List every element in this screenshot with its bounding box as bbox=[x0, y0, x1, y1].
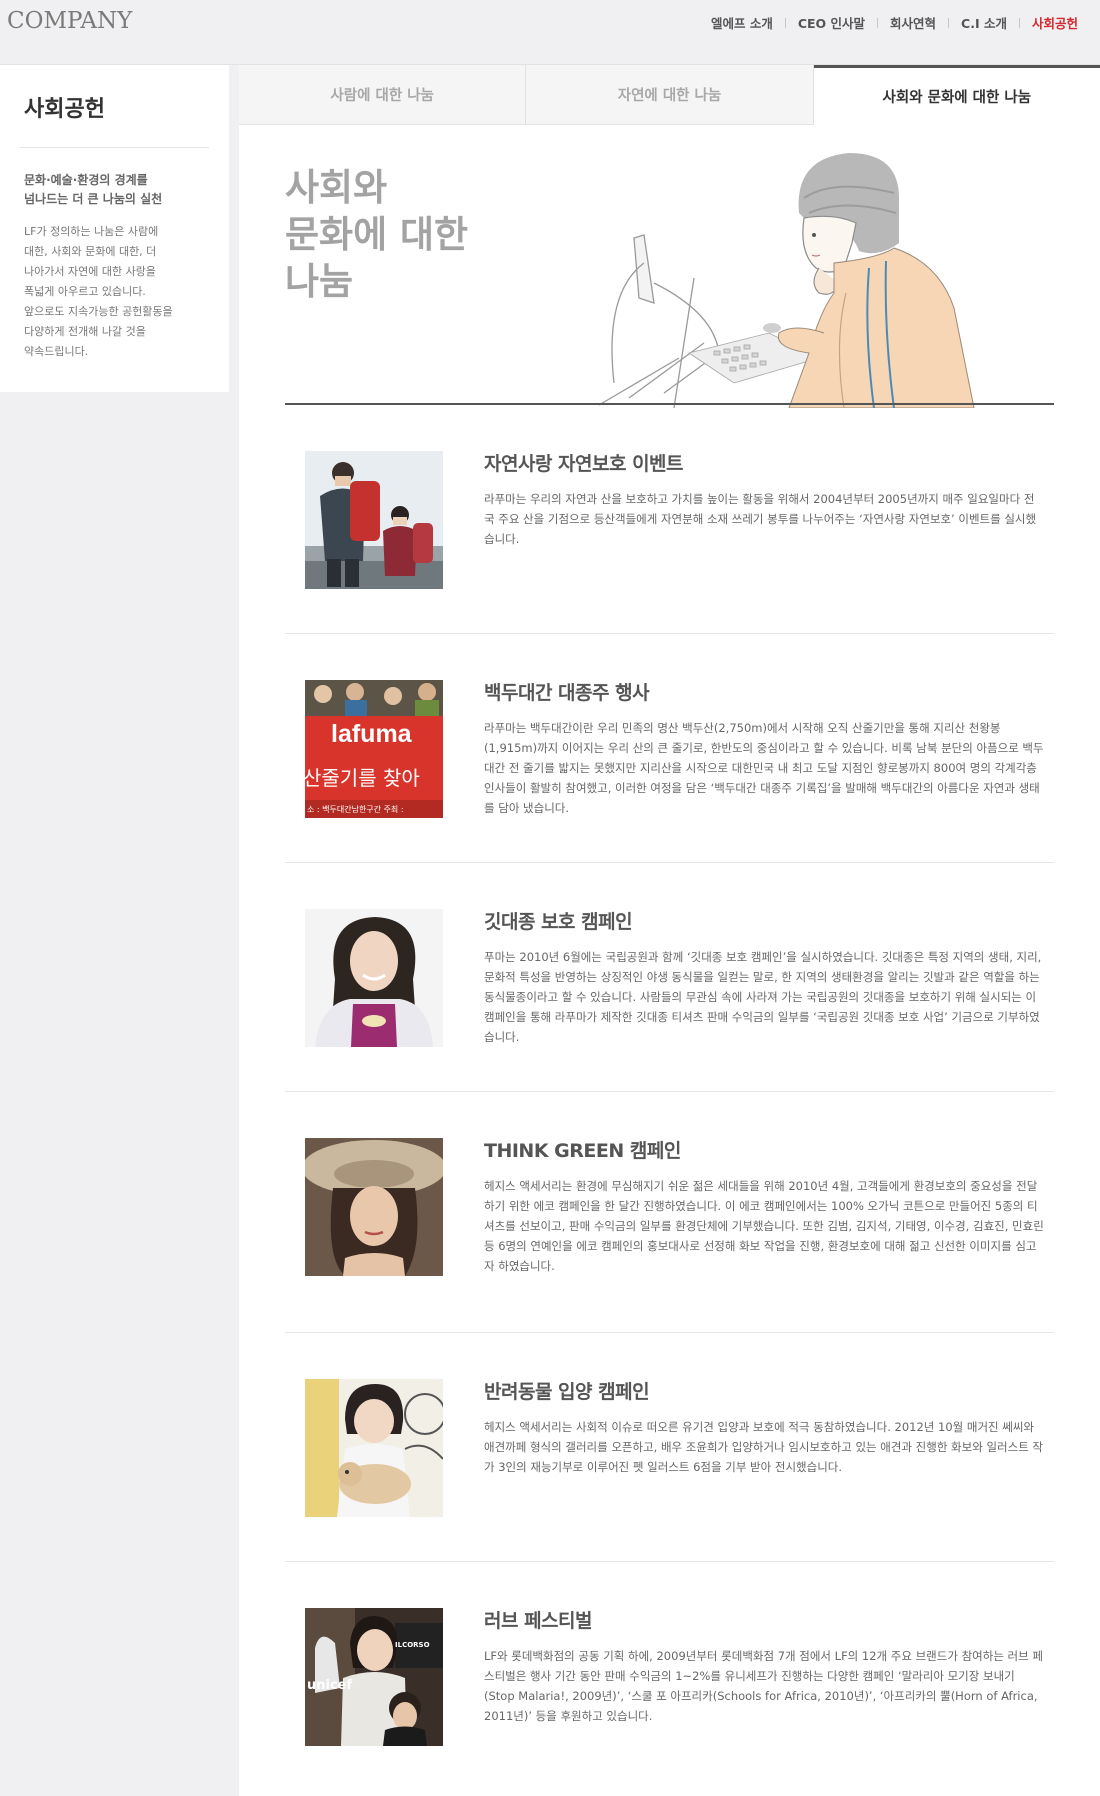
list-item: lafuma 산줄기를 찾아 소 : 백두대간남한구간 주최 : 백두대간 대종… bbox=[285, 634, 1054, 863]
nav-item-lf-intro[interactable]: 엘에프 소개 bbox=[699, 13, 785, 32]
entry-description: 헤지스 액세서리는 환경에 무심해지기 쉬운 젊은 세대들을 위해 2010년 … bbox=[484, 1179, 1044, 1273]
hero-illustration bbox=[594, 143, 1014, 409]
entry-thumbnail bbox=[305, 451, 443, 589]
unicef-logo: unicef bbox=[307, 1678, 353, 1693]
entry-thumbnail: unicef ILCORSO bbox=[305, 1608, 443, 1746]
nav-item-history[interactable]: 회사연혁 bbox=[878, 13, 948, 32]
page-title: 사회와 문화에 대한 나눔 bbox=[285, 166, 469, 303]
entry-description: 라푸마는 백두대간이란 우리 민족의 명산 백두산(2,750m)에서 시작해 … bbox=[484, 721, 1044, 815]
sidebar-description: LF가 정의하는 나눔은 사람에 대한, 사회와 문화에 대한, 더 나아가서 … bbox=[24, 225, 173, 358]
list-item: 깃대종 보호 캠페인 푸마는 2010년 6월에는 국립공원과 함께 ‘깃대종 … bbox=[285, 863, 1054, 1092]
sidebar-divider bbox=[20, 147, 209, 148]
list-item: 자연사랑 자연보호 이벤트 라푸마는 우리의 자연과 산을 보호하고 가치를 높… bbox=[285, 405, 1054, 634]
entry-description: 푸마는 2010년 6월에는 국립공원과 함께 ‘깃대종 보호 캠페인’을 실시… bbox=[484, 950, 1042, 1044]
entry-title: 백두대간 대종주 행사 bbox=[484, 682, 650, 704]
tab-society-culture[interactable]: 사회와 문화에 대한 나눔 bbox=[813, 65, 1100, 125]
nav-item-social-contribution[interactable]: 사회공헌 bbox=[1020, 13, 1090, 32]
entry-description: LF와 롯데백화점의 공동 기획 하에, 2009년부터 롯데백화점 7개 점에… bbox=[484, 1649, 1043, 1723]
sidebar-title: 사회공헌 bbox=[24, 97, 105, 122]
site-header: COMPANY 엘에프 소개 CEO 인사말 회사연혁 C.I 소개 사회공헌 bbox=[0, 0, 1100, 65]
entry-title: 깃대종 보호 캠페인 bbox=[484, 911, 633, 933]
nav-item-ceo-greeting[interactable]: CEO 인사말 bbox=[786, 13, 877, 32]
entry-thumbnail bbox=[305, 1138, 443, 1276]
sidebar-heading: 문화·예술·환경의 경계를 넘나드는 더 큰 나눔의 실천 bbox=[24, 173, 163, 206]
category-tabs: 사람에 대한 나눔 자연에 대한 나눔 사회와 문화에 대한 나눔 bbox=[239, 65, 1100, 125]
ilcorso-logo: ILCORSO bbox=[395, 1641, 430, 1649]
company-logo[interactable]: COMPANY bbox=[7, 8, 132, 34]
tab-nature[interactable]: 자연에 대한 나눔 bbox=[526, 65, 814, 125]
entry-description: 헤지스 액세서리는 사회적 이슈로 떠오른 유기견 입양과 보호에 적극 동참하… bbox=[484, 1420, 1044, 1474]
entry-title: 반려동물 입양 캠페인 bbox=[484, 1381, 650, 1403]
entry-thumbnail: lafuma 산줄기를 찾아 소 : 백두대간남한구간 주최 : bbox=[305, 680, 443, 818]
list-item: THINK GREEN 캠페인 헤지스 액세서리는 환경에 무심해지기 쉬운 젊… bbox=[285, 1092, 1054, 1333]
entry-thumbnail bbox=[305, 1379, 443, 1517]
list-item: 반려동물 입양 캠페인 헤지스 액세서리는 사회적 이슈로 떠오른 유기견 입양… bbox=[285, 1333, 1054, 1562]
entry-title: 자연사랑 자연보호 이벤트 bbox=[484, 453, 684, 475]
list-item: unicef ILCORSO 러브 페스티벌 LF와 롯데백화점의 공동 기획 … bbox=[285, 1562, 1054, 1791]
banner-brand-text: lafuma bbox=[331, 720, 412, 748]
banner-caption-text: 소 : 백두대간남한구간 주최 : bbox=[307, 805, 404, 814]
top-navigation: 엘에프 소개 CEO 인사말 회사연혁 C.I 소개 사회공헌 bbox=[699, 13, 1090, 32]
main-content: 사람에 대한 나눔 자연에 대한 나눔 사회와 문화에 대한 나눔 사회와 문화… bbox=[239, 65, 1100, 1796]
sidebar: 사회공헌 문화·예술·환경의 경계를 넘나드는 더 큰 나눔의 실천 LF가 정… bbox=[0, 65, 229, 392]
entry-thumbnail bbox=[305, 909, 443, 1047]
entry-title: THINK GREEN 캠페인 bbox=[484, 1140, 681, 1162]
nav-item-ci[interactable]: C.I 소개 bbox=[949, 13, 1019, 32]
entry-title: 러브 페스티벌 bbox=[484, 1610, 593, 1632]
banner-slogan-text: 산줄기를 찾아 bbox=[305, 766, 420, 790]
entry-description: 라푸마는 우리의 자연과 산을 보호하고 가치를 높이는 활동을 위해서 200… bbox=[484, 492, 1037, 546]
tab-people[interactable]: 사람에 대한 나눔 bbox=[239, 65, 527, 125]
